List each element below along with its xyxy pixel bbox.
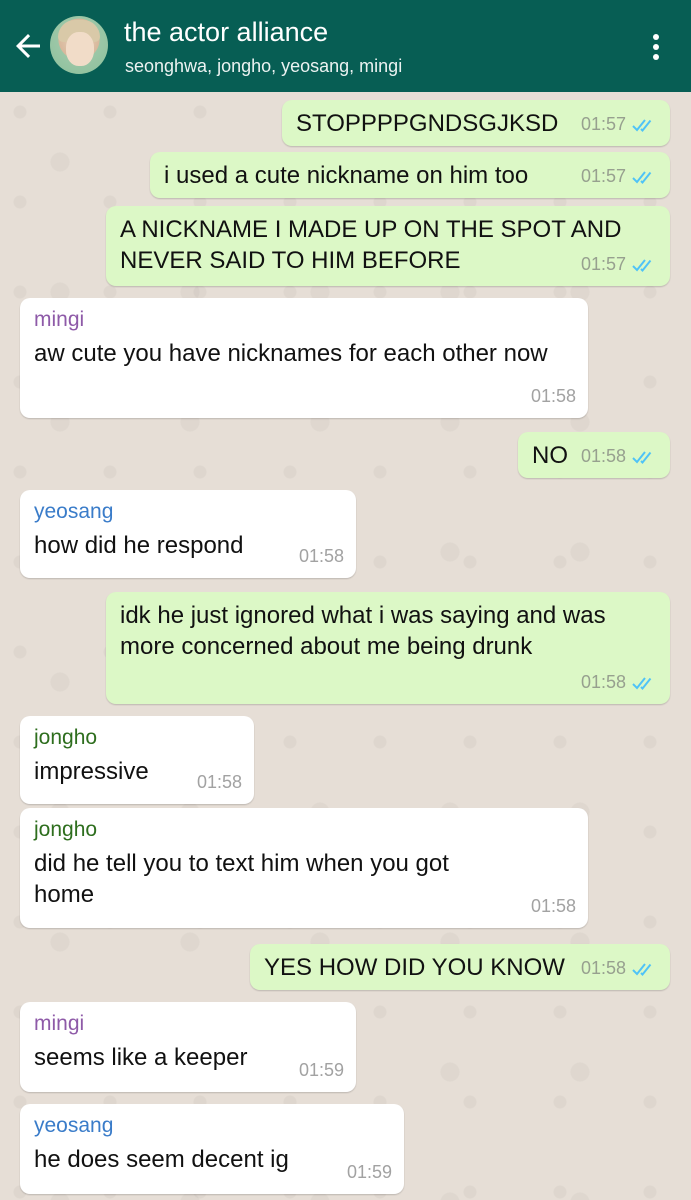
message-text: did he tell you to text him when you got…	[34, 850, 449, 908]
double-check-icon	[632, 170, 652, 184]
group-members[interactable]: seonghwa, jongho, yeosang, mingi	[125, 56, 402, 77]
message-time: 01:57	[580, 254, 626, 274]
message-time: 01:58	[580, 446, 626, 466]
message-text: he does seem decent ig	[34, 1146, 289, 1173]
double-check-icon	[632, 118, 652, 132]
sender-name: mingi	[34, 308, 85, 331]
outgoing-message[interactable]: NO 01:58	[518, 432, 670, 478]
message-text: how did he respond	[34, 532, 244, 559]
incoming-message[interactable]: mingi aw cute you have nicknames for eac…	[20, 298, 588, 418]
message-time: 01:58	[530, 386, 576, 406]
message-time: 01:57	[580, 166, 626, 186]
message-text: seems like a keeper	[34, 1044, 248, 1071]
message-text: A NICKNAME I MADE UP ON THE SPOT AND NEV…	[120, 216, 622, 274]
message-text: idk he just ignored what i was saying an…	[120, 602, 606, 660]
message-meta: 01:57	[581, 249, 658, 280]
outgoing-message[interactable]: STOPPPPGNDSGJKSD 01:57	[282, 100, 670, 146]
group-title[interactable]: the actor alliance	[124, 17, 328, 48]
sender-name: yeosang	[34, 1114, 114, 1137]
message-time: 01:58	[298, 546, 344, 566]
message-meta: 01:57	[581, 161, 658, 192]
double-check-icon	[632, 962, 652, 976]
chat-header: the actor alliance seonghwa, jongho, yeo…	[0, 0, 691, 92]
message-meta: 01:57	[581, 109, 658, 140]
message-meta: 01:58	[581, 953, 658, 984]
message-meta: 01:58	[581, 667, 658, 698]
incoming-message[interactable]: mingi seems like a keeper 01:59	[20, 1002, 356, 1092]
message-time: 01:58	[530, 896, 576, 916]
incoming-message[interactable]: jongho did he tell you to text him when …	[20, 808, 588, 928]
outgoing-message[interactable]: idk he just ignored what i was saying an…	[106, 592, 670, 704]
incoming-message[interactable]: yeosang how did he respond 01:58	[20, 490, 356, 578]
message-meta: 01:58	[581, 441, 658, 472]
message-meta: 01:59	[299, 1055, 344, 1086]
group-avatar[interactable]	[50, 16, 108, 74]
sender-name: mingi	[34, 1012, 85, 1035]
double-check-icon	[632, 450, 652, 464]
message-time: 01:58	[580, 672, 626, 692]
message-meta: 01:58	[197, 767, 242, 798]
outgoing-message[interactable]: i used a cute nickname on him too 01:57	[150, 152, 670, 198]
message-time: 01:58	[196, 772, 242, 792]
message-meta: 01:58	[531, 381, 576, 412]
message-text: aw cute you have nicknames for each othe…	[34, 340, 548, 367]
message-time: 01:58	[580, 958, 626, 978]
message-time: 01:59	[346, 1162, 392, 1182]
double-check-icon	[632, 676, 652, 690]
message-time: 01:57	[580, 114, 626, 134]
sender-name: jongho	[34, 818, 98, 841]
double-check-icon	[632, 258, 652, 272]
outgoing-message[interactable]: A NICKNAME I MADE UP ON THE SPOT AND NEV…	[106, 206, 670, 286]
incoming-message[interactable]: yeosang he does seem decent ig 01:59	[20, 1104, 404, 1194]
sender-name: jongho	[34, 726, 98, 749]
sender-name: yeosang	[34, 500, 114, 523]
message-meta: 01:58	[531, 891, 576, 922]
incoming-message[interactable]: jongho impressive 01:58	[20, 716, 254, 804]
more-options-icon[interactable]	[653, 34, 661, 62]
outgoing-message[interactable]: YES HOW DID YOU KNOW 01:58	[250, 944, 670, 990]
message-list[interactable]: STOPPPPGNDSGJKSD 01:57 i used a cute nic…	[0, 92, 691, 1200]
back-arrow-icon[interactable]	[10, 28, 46, 64]
message-meta: 01:58	[299, 541, 344, 572]
message-time: 01:59	[298, 1060, 344, 1080]
message-meta: 01:59	[347, 1157, 392, 1188]
